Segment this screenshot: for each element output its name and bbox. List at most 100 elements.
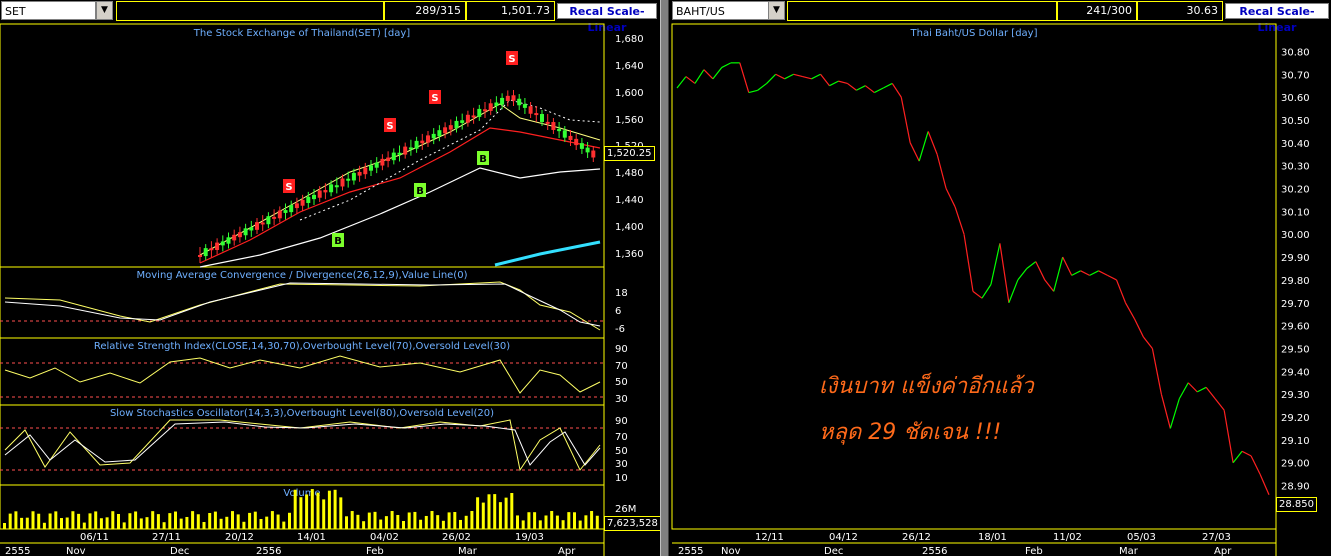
price-segment	[1026, 261, 1037, 269]
volume-bar	[544, 515, 548, 529]
rsi-line	[4, 355, 601, 394]
signal-label: B	[334, 236, 342, 247]
price-segment	[1124, 302, 1135, 320]
volume-bar	[196, 514, 200, 529]
volume-bar	[213, 511, 217, 529]
y-tick: 1,680	[615, 34, 644, 45]
price-segment	[1053, 256, 1064, 292]
volume-bar	[219, 518, 223, 529]
candle-body	[220, 241, 225, 246]
volume-bar	[128, 513, 132, 529]
volume-tick: 26M	[615, 504, 636, 515]
signal-markers: S S S S B B B	[283, 51, 518, 247]
volume-bar	[276, 514, 280, 529]
volume-bar	[396, 514, 400, 529]
annotation-line-2: หลุด 29 ชัดเจน !!!	[819, 420, 1002, 445]
volume-bar	[555, 515, 559, 529]
y-tick: 30.60	[1281, 93, 1310, 104]
volume-bar	[71, 511, 75, 529]
candle-body	[255, 222, 259, 230]
candle-body	[483, 109, 487, 112]
price-segment	[1035, 261, 1046, 281]
volume-bar	[168, 513, 172, 529]
date-label: 26/12	[902, 532, 931, 543]
candle-body	[391, 152, 396, 161]
volume-bar	[88, 513, 92, 529]
price-axis: 30.80 30.70 30.60 30.50 30.40 30.30 30.20 30.10…	[1281, 47, 1310, 492]
y-tick: 30.50	[1281, 116, 1310, 127]
stoch-tick: 90	[615, 416, 628, 427]
volume-bar	[145, 517, 149, 529]
price-segment	[981, 284, 992, 299]
volume-bar	[538, 520, 542, 529]
volume-bar	[253, 511, 257, 529]
candle-body	[272, 216, 277, 219]
date-label: Nov	[66, 546, 86, 556]
price-segment	[999, 243, 1010, 303]
volume-bar	[60, 518, 63, 529]
candle-body	[551, 122, 556, 130]
volume-bar	[402, 520, 405, 529]
candle-body	[448, 125, 453, 130]
candle-body	[534, 113, 539, 116]
volume-bar	[8, 513, 12, 529]
candle-body	[557, 128, 562, 132]
price-segment	[748, 89, 758, 94]
price-segment	[891, 83, 902, 98]
candle-body	[357, 171, 362, 176]
price-segment	[927, 131, 938, 155]
y-tick: 30.10	[1281, 207, 1310, 218]
price-segment	[811, 73, 821, 80]
price-segment	[1205, 386, 1216, 400]
y-tick: 30.30	[1281, 162, 1310, 173]
volume-bar	[430, 511, 434, 529]
candle-body	[374, 162, 379, 168]
candle-body	[300, 199, 305, 206]
date-label: Nov	[721, 546, 741, 556]
price-segment	[1080, 270, 1090, 276]
current-price-tag: 1,520.25	[604, 146, 655, 161]
price-segment	[864, 85, 875, 94]
y-tick: 29.70	[1281, 299, 1310, 310]
y-tick: 30.70	[1281, 70, 1310, 81]
volume-value-tag: 7,623,528	[604, 516, 660, 531]
macd-tick: -6	[615, 324, 625, 335]
price-segment	[1250, 455, 1261, 475]
volume-bar	[333, 489, 337, 529]
candlestick-series	[198, 90, 596, 263]
signal-label: S	[285, 182, 292, 193]
volume-bar	[441, 520, 445, 529]
volume-bar	[14, 511, 18, 529]
volume-bar	[464, 515, 468, 529]
price-segment	[1107, 274, 1117, 281]
pane-splitter[interactable]	[660, 0, 669, 556]
volume-bar	[527, 512, 531, 529]
volume-bar	[407, 512, 411, 529]
volume-bar	[521, 520, 525, 529]
date-label: Apr	[558, 546, 576, 556]
rsi-tick: 30	[615, 394, 628, 405]
candle-body	[237, 232, 242, 238]
volume-bar	[504, 497, 508, 529]
y-tick: 30.20	[1281, 185, 1310, 196]
volume-bar	[54, 511, 58, 529]
volume-bar	[174, 511, 177, 529]
candle-body	[215, 242, 220, 251]
date-label: 2555	[678, 546, 703, 556]
volume-bar	[3, 523, 6, 529]
main-chart-title: Thai Baht/US Dollar [day]	[910, 28, 1038, 39]
price-segment	[721, 62, 732, 68]
sar-dots	[299, 99, 601, 221]
date-label: 12/11	[755, 532, 784, 543]
price-segment	[784, 73, 794, 80]
volume-bar	[345, 516, 348, 529]
candle-body	[340, 178, 345, 187]
volume-bar	[191, 511, 195, 529]
candle-body	[306, 196, 311, 203]
volume-bar	[25, 517, 29, 529]
macd-title: Moving Average Convergence / Divergence(…	[137, 270, 468, 281]
date-label: Mar	[1119, 546, 1139, 556]
candle-body	[471, 115, 476, 118]
date-label: 04/12	[829, 532, 858, 543]
macd-line	[4, 281, 601, 331]
